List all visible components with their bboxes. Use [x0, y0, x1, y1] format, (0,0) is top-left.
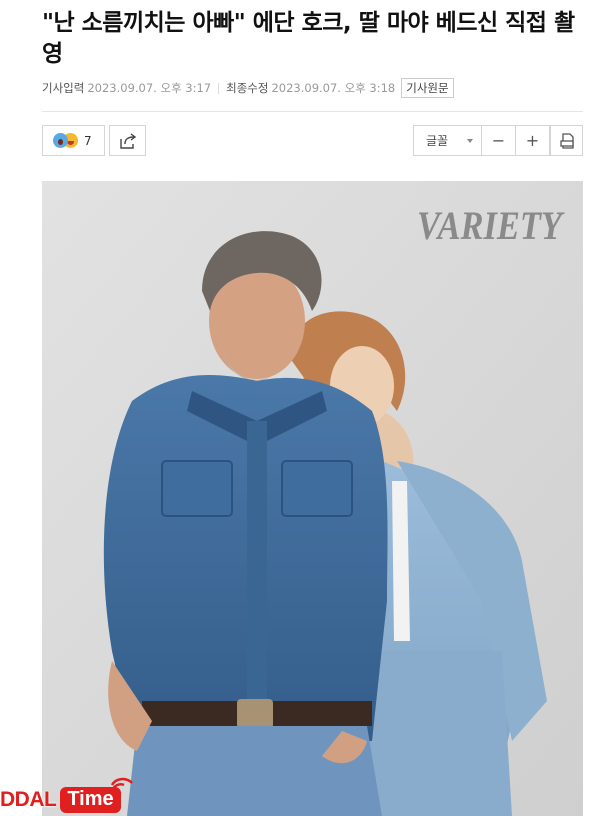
font-select[interactable]: 글꼴 — [414, 126, 482, 155]
ddaltime-watermark: DDAL Time — [0, 777, 133, 816]
meta-divider — [218, 82, 220, 94]
font-select-label: 글꼴 — [426, 134, 449, 148]
reaction-count: 7 — [84, 133, 92, 148]
font-increase-button[interactable]: + — [515, 126, 549, 155]
article-meta: 기사입력 2023.09.07. 오후 3:17 최종수정 2023.09.07… — [42, 77, 454, 99]
variety-logo: VARIETY — [417, 203, 565, 248]
watermark-ddal: DDAL — [0, 787, 57, 811]
font-size-controls: 글꼴 − + — [413, 125, 550, 156]
signal-wave-icon — [110, 777, 133, 792]
shocked-emoji-icon — [53, 133, 68, 148]
reaction-button[interactable]: 7 — [42, 125, 105, 156]
photo-illustration: VARIETY — [42, 181, 583, 816]
header-divider — [42, 111, 583, 112]
modified-label: 최종수정 — [226, 81, 269, 95]
print-icon — [559, 132, 574, 149]
article-photo: VARIETY — [42, 181, 583, 816]
published-date: 2023.09.07. 오후 3:17 — [87, 81, 212, 95]
modified-date: 2023.09.07. 오후 3:18 — [271, 81, 396, 95]
share-button[interactable] — [109, 125, 146, 156]
article-headline: "난 소름끼치는 아빠" 에단 호크, 딸 마야 베드신 직접 촬영 — [42, 10, 575, 67]
chevron-down-icon — [467, 138, 473, 143]
font-decrease-button[interactable]: − — [482, 126, 515, 155]
published-label: 기사입력 — [42, 81, 85, 95]
original-article-button[interactable]: 기사원문 — [401, 78, 454, 98]
print-button[interactable] — [550, 125, 583, 156]
share-icon — [119, 132, 136, 149]
